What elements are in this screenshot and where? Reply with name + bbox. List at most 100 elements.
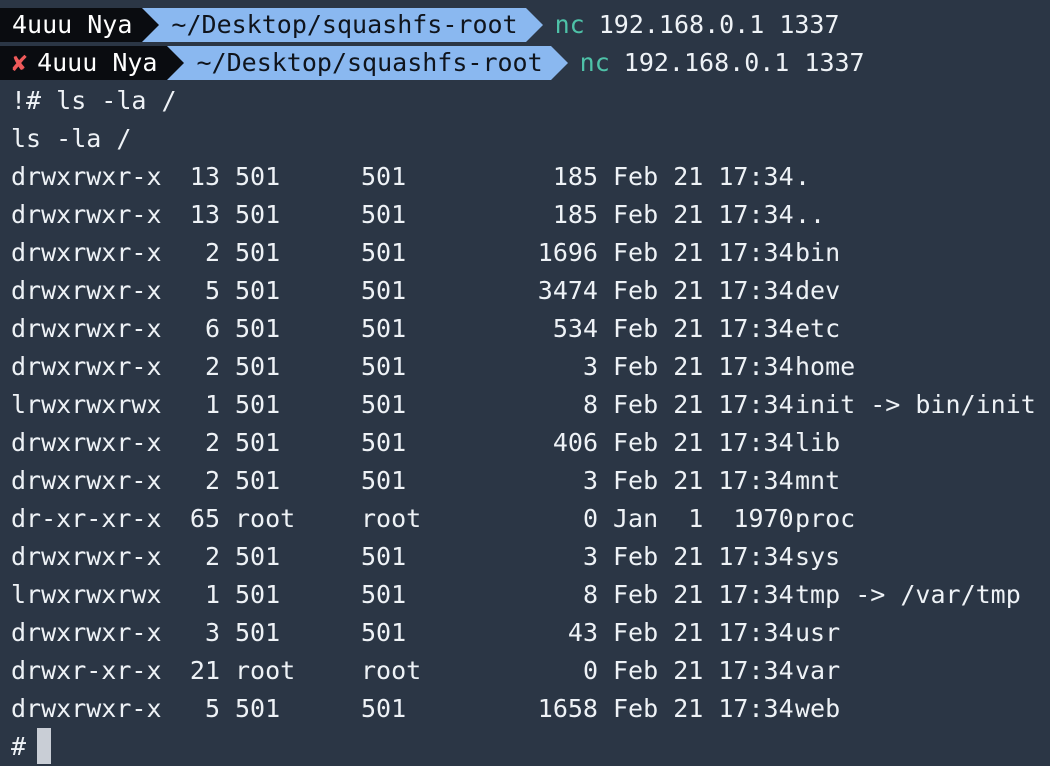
file-name: home	[795, 352, 856, 381]
file-name: usr	[795, 618, 841, 647]
file-size: 3	[582, 352, 598, 381]
group: 501	[361, 618, 407, 647]
prompt-line-1: 4uuu Nya ~/Desktop/squashfs-root nc 192.…	[0, 6, 1050, 44]
link-count: 13	[189, 162, 220, 191]
group: root	[361, 504, 422, 533]
modified-date: Feb 21 17:34	[613, 162, 794, 191]
owner: root	[235, 656, 296, 685]
listing-row: drwxrwxr-x 2 501 501 1696 Feb 21 17:34 bin	[0, 234, 1050, 272]
link-count: 65	[189, 504, 220, 533]
link-count: 5	[204, 276, 220, 305]
owner: 501	[235, 390, 281, 419]
prompt-user-name: 4uuu Nya	[12, 10, 133, 39]
shell-prompt-symbol: #	[11, 732, 27, 761]
file-name: etc	[795, 314, 841, 343]
file-name: var	[795, 656, 841, 685]
text-cursor	[37, 728, 52, 764]
permissions: drwxrwxr-x	[11, 238, 162, 267]
owner: 501	[235, 314, 281, 343]
modified-date: Jan 1 1970	[613, 504, 794, 533]
shell-prompt[interactable]: #	[11, 728, 1050, 766]
link-count: 2	[204, 542, 220, 571]
group: 501	[361, 200, 407, 229]
listing-row: drwxrwxr-x 13 501 501 185 Feb 21 17:34.	[0, 158, 1050, 196]
owner: 501	[235, 466, 281, 495]
file-size: 185	[552, 200, 598, 229]
modified-date: Feb 21 17:34	[613, 314, 794, 343]
listing-row: drwxrwxr-x 3 501 501 43 Feb 21 17:34 usr	[0, 614, 1050, 652]
permissions: drwxrwxr-x	[11, 542, 162, 571]
permissions: dr-xr-xr-x	[11, 504, 162, 533]
file-name: tmp -> /var/tmp	[795, 580, 1021, 609]
owner: 501	[235, 542, 281, 571]
link-count: 2	[204, 352, 220, 381]
file-size: 185	[552, 162, 598, 191]
owner: 501	[235, 580, 281, 609]
prompt-line-2: ✘ 4uuu Nya ~/Desktop/squashfs-root nc 192…	[0, 44, 1050, 82]
link-count: 6	[204, 314, 220, 343]
listing-row: drwxrwxr-x 13 501 501 185 Feb 21 17:34..	[0, 196, 1050, 234]
file-size: 3	[582, 466, 598, 495]
modified-date: Feb 21 17:34	[613, 352, 794, 381]
modified-date: Feb 21 17:34	[613, 390, 794, 419]
file-size: 1658	[537, 694, 598, 723]
owner: 501	[235, 276, 281, 305]
prompt-user-segment: 4uuu Nya	[0, 8, 143, 42]
file-name: proc	[795, 504, 856, 533]
group: root	[361, 656, 422, 685]
owner: 501	[235, 162, 281, 191]
owner: 501	[235, 200, 281, 229]
listing-row: drwxrwxr-x 5 501 501 1658 Feb 21 17:34 web	[0, 690, 1050, 728]
modified-date: Feb 21 17:34	[613, 656, 794, 685]
file-name: bin	[795, 238, 841, 267]
link-count: 21	[189, 656, 220, 685]
remote-command-output: ls -la /	[11, 124, 132, 153]
permissions: drwxrwxr-x	[11, 352, 162, 381]
group: 501	[361, 466, 407, 495]
permissions: drwxr-xr-x	[11, 656, 162, 685]
link-count: 5	[204, 694, 220, 723]
prompt-user-segment: ✘ 4uuu Nya	[0, 46, 168, 80]
group: 501	[361, 352, 407, 381]
group: 501	[361, 238, 407, 267]
file-size: 534	[552, 314, 598, 343]
permissions: drwxrwxr-x	[11, 162, 162, 191]
group: 501	[361, 542, 407, 571]
group: 501	[361, 580, 407, 609]
listing-row: drwxrwxr-x 6 501 501 534 Feb 21 17:34 etc	[0, 310, 1050, 348]
modified-date: Feb 21 17:34	[613, 200, 794, 229]
owner: 501	[235, 618, 281, 647]
file-name: init -> bin/init	[795, 390, 1036, 419]
modified-date: Feb 21 17:34	[613, 428, 794, 457]
permissions: drwxrwxr-x	[11, 314, 162, 343]
listing-row: drwxrwxr-x 2 501 501 3 Feb 21 17:34 sys	[0, 538, 1050, 576]
group: 501	[361, 694, 407, 723]
permissions: drwxrwxr-x	[11, 428, 162, 457]
file-name: lib	[795, 428, 841, 457]
permissions: drwxrwxr-x	[11, 466, 162, 495]
listing-row: drwxrwxr-x 5 501 501 3474 Feb 21 17:34 dev	[0, 272, 1050, 310]
terminal-window[interactable]: 4uuu Nya ~/Desktop/squashfs-root nc 192.…	[0, 0, 1050, 766]
listing-row: drwxr-xr-x 21 root root 0 Feb 21 17:34 var	[0, 652, 1050, 690]
file-name: sys	[795, 542, 841, 571]
modified-date: Feb 21 17:34	[613, 238, 794, 267]
file-size: 406	[552, 428, 598, 457]
modified-date: Feb 21 17:34	[613, 618, 794, 647]
listing-row: drwxrwxr-x 2 501 501 3 Feb 21 17:34 mnt	[0, 462, 1050, 500]
file-name: .	[795, 162, 811, 191]
modified-date: Feb 21 17:34	[613, 276, 794, 305]
powerline-arrow-icon	[550, 46, 568, 80]
file-name: mnt	[795, 466, 841, 495]
group: 501	[361, 276, 407, 305]
group: 501	[361, 162, 407, 191]
owner: 501	[235, 352, 281, 381]
error-cross-icon: ✘	[12, 48, 28, 77]
listing-row: lrwxrwxrwx 1 501 501 8 Feb 21 17:34 tmp -> /va…	[0, 576, 1050, 614]
owner: 501	[235, 238, 281, 267]
link-count: 2	[204, 466, 220, 495]
permissions: drwxrwxr-x	[11, 694, 162, 723]
file-size: 43	[567, 618, 598, 647]
permissions: drwxrwxr-x	[11, 618, 162, 647]
remote-command-echo: !# ls -la /	[11, 86, 177, 115]
file-name: ..	[795, 200, 826, 229]
